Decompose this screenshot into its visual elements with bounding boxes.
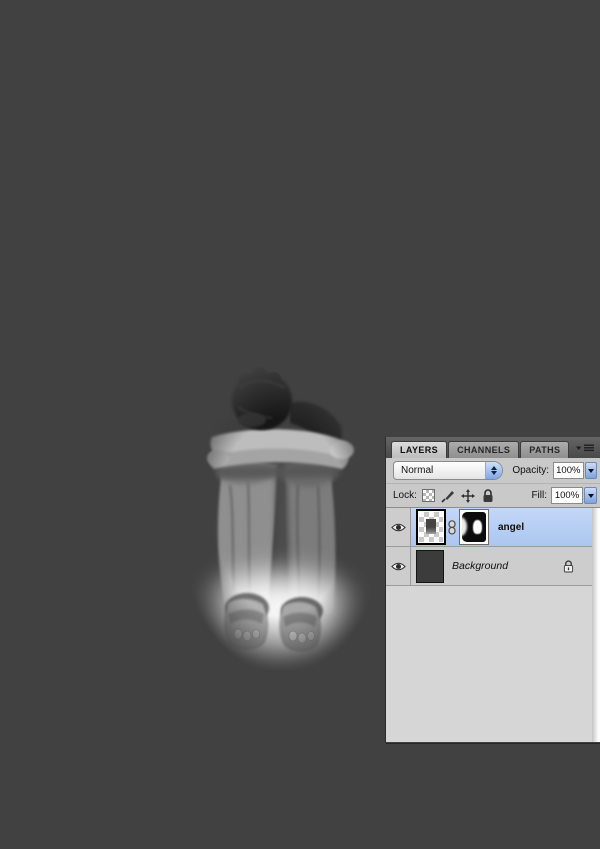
move-icon — [461, 489, 475, 503]
layers-list: angel Background — [386, 508, 600, 742]
scrollbar-track[interactable] — [592, 508, 600, 742]
lock-transparency-button[interactable] — [420, 488, 437, 504]
document-canvas[interactable] — [190, 365, 375, 670]
eye-icon — [391, 522, 406, 533]
panel-menu-icon — [576, 444, 595, 453]
blend-mode-value: Normal — [394, 465, 485, 476]
opacity-dropdown-button[interactable] — [585, 462, 597, 479]
locked-badge-icon — [563, 560, 574, 573]
opacity-label: Opacity: — [512, 465, 549, 476]
layers-panel: LAYERS CHANNELS PATHS Normal — [386, 437, 600, 743]
panel-tab-bar: LAYERS CHANNELS PATHS — [386, 437, 600, 458]
fill-label: Fill: — [531, 490, 547, 501]
brush-icon — [441, 489, 455, 503]
layer-row-angel[interactable]: angel — [386, 508, 600, 547]
lock-label: Lock: — [393, 490, 417, 501]
chain-link-icon — [448, 520, 456, 535]
layer-mask-thumbnail[interactable] — [459, 509, 489, 545]
sitting-man-photo — [190, 365, 375, 670]
padlock-icon — [482, 489, 494, 503]
layer-name[interactable]: angel — [498, 522, 524, 533]
fill-dropdown-button[interactable] — [584, 487, 597, 504]
transparency-checkerboard — [419, 512, 443, 542]
layer-thumbnail[interactable] — [416, 509, 446, 545]
blend-mode-stepper-icon — [485, 462, 502, 479]
panel-controls: Normal Opacity: 100% Lock: — [386, 458, 600, 508]
eye-icon — [391, 561, 406, 572]
lock-all-button[interactable] — [480, 488, 497, 504]
lock-pixels-button[interactable] — [440, 488, 457, 504]
photoshop-workspace: LAYERS CHANNELS PATHS Normal — [0, 0, 600, 849]
thumbnail-figure — [426, 519, 436, 534]
chevron-down-icon — [588, 494, 594, 498]
tab-layers[interactable]: LAYERS — [391, 441, 447, 458]
layer-visibility-toggle[interactable] — [386, 547, 411, 585]
layer-thumbnail[interactable] — [416, 550, 444, 583]
tab-paths[interactable]: PATHS — [520, 441, 569, 458]
blend-mode-select[interactable]: Normal — [393, 461, 503, 480]
panel-menu-button[interactable] — [576, 438, 595, 458]
fill-field[interactable]: 100% — [551, 487, 583, 504]
layer-row-background[interactable]: Background — [386, 547, 600, 586]
lock-position-button[interactable] — [460, 488, 477, 504]
opacity-field[interactable]: 100% — [553, 462, 584, 479]
tab-channels[interactable]: CHANNELS — [448, 441, 519, 458]
transparency-checker-icon — [422, 489, 435, 502]
layer-name[interactable]: Background — [452, 560, 508, 572]
chevron-down-icon — [588, 469, 594, 473]
mask-preview — [462, 512, 486, 542]
layer-visibility-toggle[interactable] — [386, 508, 411, 546]
